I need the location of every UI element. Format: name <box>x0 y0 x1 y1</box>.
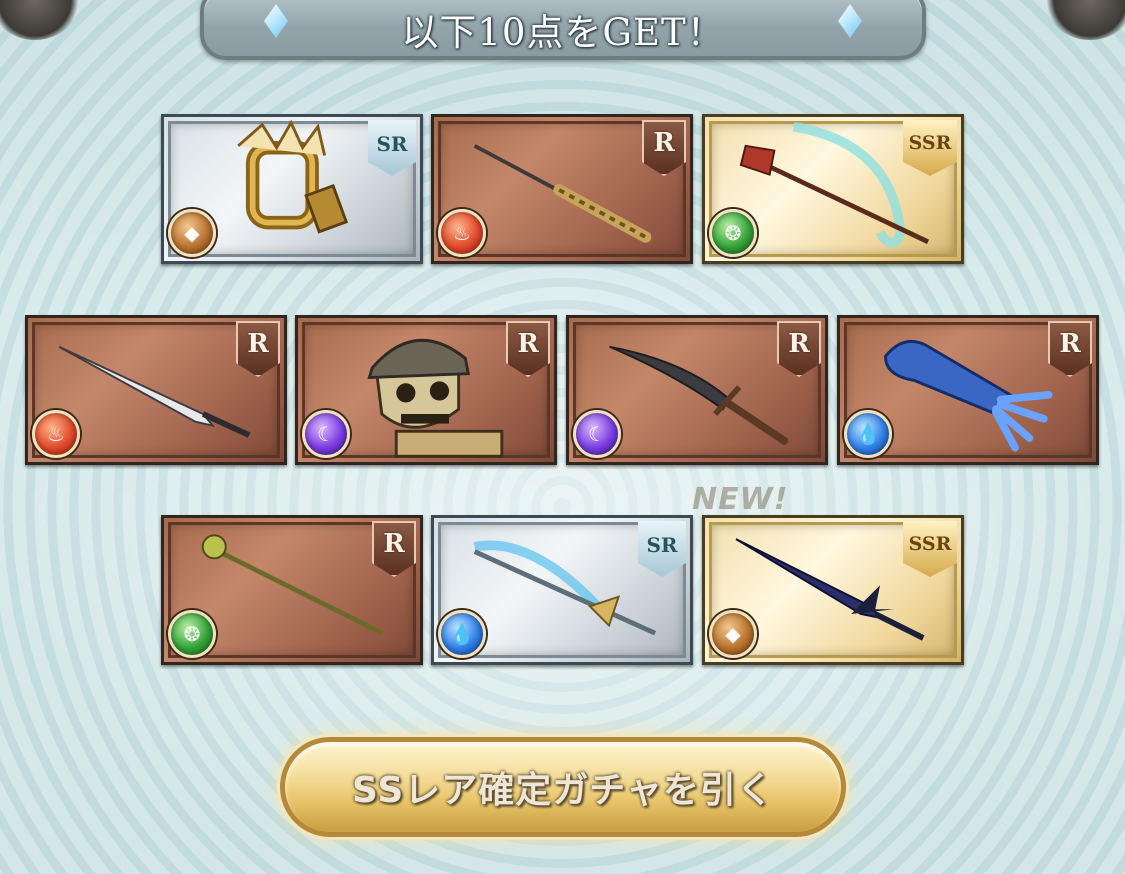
dark-element-icon: ☾ <box>573 410 621 458</box>
weapon-card[interactable]: R ♨ <box>431 114 693 264</box>
weapon-card[interactable]: R ❂ <box>161 515 423 665</box>
page-title: 以下10点をGET！ <box>401 11 725 54</box>
weapon-card[interactable]: SSR ◆ <box>702 515 964 665</box>
header-banner: 以下10点をGET！ <box>200 0 926 60</box>
weapon-card[interactable]: R ☾ <box>295 315 557 465</box>
crystal-icon <box>264 4 288 38</box>
fire-element-icon: ♨ <box>438 209 486 257</box>
corner-ornament-left <box>0 0 80 40</box>
weapon-card[interactable]: SSR ❂ <box>702 114 964 264</box>
wind-element-icon: ❂ <box>168 610 216 658</box>
new-badge: NEW! <box>692 482 789 517</box>
weapon-card[interactable]: R ☾ <box>566 315 828 465</box>
fire-element-icon: ♨ <box>32 410 80 458</box>
weapon-card[interactable]: SR 💧 <box>431 515 693 665</box>
dark-element-icon: ☾ <box>302 410 350 458</box>
corner-ornament-right <box>1045 0 1125 40</box>
water-element-icon: 💧 <box>438 610 486 658</box>
wind-element-icon: ❂ <box>709 209 757 257</box>
earth-element-icon: ◆ <box>709 610 757 658</box>
crystal-icon <box>838 4 862 38</box>
weapon-card[interactable]: SR ◆ <box>161 114 423 264</box>
weapon-card[interactable]: R ♨ <box>25 315 287 465</box>
weapon-card[interactable]: R 💧 <box>837 315 1099 465</box>
ssr-guaranteed-draw-button[interactable]: SSレア確定ガチャを引く <box>280 737 846 837</box>
draw-button-label: SSレア確定ガチャを引く <box>352 770 774 811</box>
earth-element-icon: ◆ <box>168 209 216 257</box>
water-element-icon: 💧 <box>844 410 892 458</box>
